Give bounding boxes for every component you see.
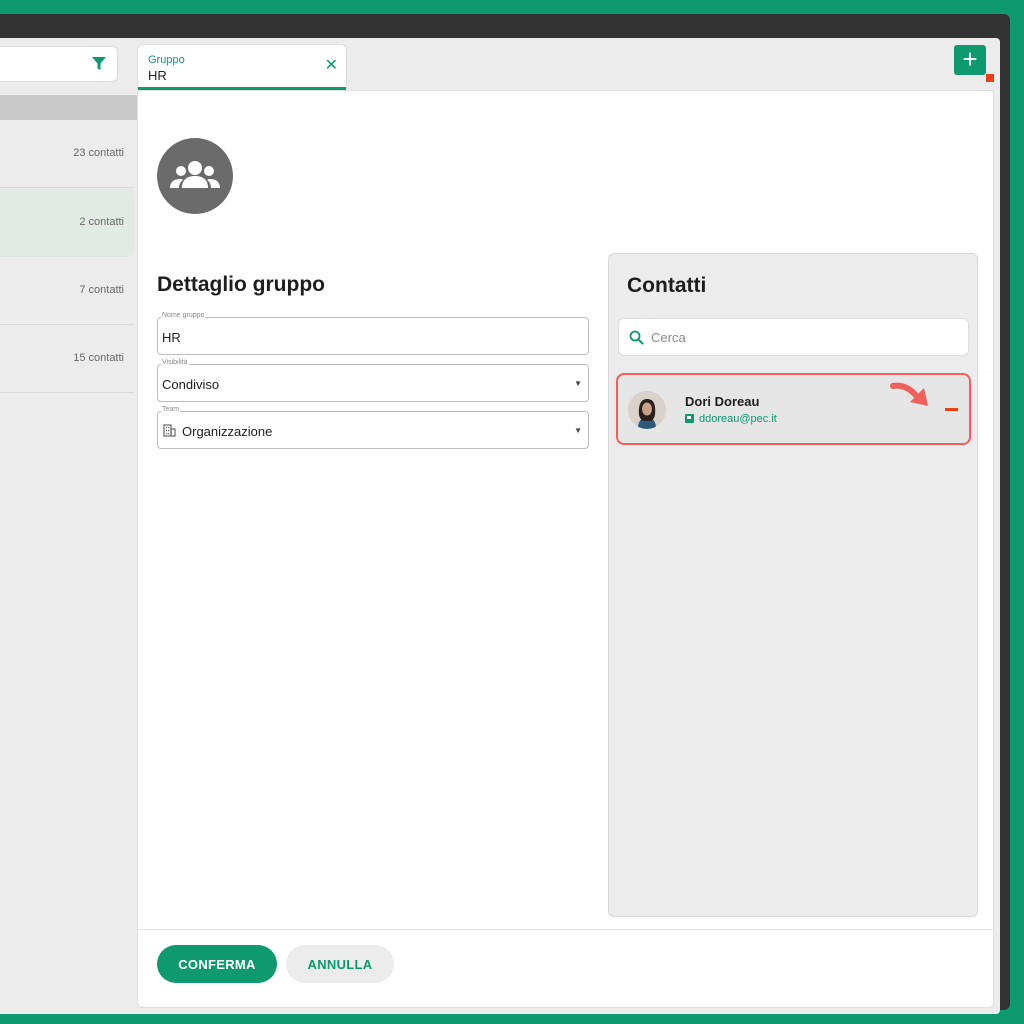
group-count: 23 contatti (73, 147, 124, 159)
tab-group-hr[interactable]: Gruppo HR ✕ (137, 44, 347, 90)
footer-divider (138, 929, 993, 930)
close-icon[interactable]: ✕ (325, 58, 338, 74)
group-count: 2 contatti (79, 216, 124, 228)
pec-mail-icon (685, 414, 694, 423)
group-row[interactable]: 15 contatti (0, 325, 134, 393)
contact-item[interactable]: Dori Doreau ddoreau@pec.it (616, 373, 971, 445)
group-search-box[interactable] (0, 46, 118, 82)
field-value: Condiviso (162, 377, 220, 392)
person-photo-icon (628, 391, 666, 429)
contact-search[interactable] (618, 318, 969, 356)
app-screen: 23 contatti 2 contatti 7 contatti 15 con… (0, 38, 1000, 1014)
group-avatar (157, 138, 233, 214)
team-select[interactable]: Team Organizzazione ▼ (157, 406, 589, 449)
add-button[interactable]: + (954, 45, 986, 75)
arrow-pointer-icon (890, 382, 928, 406)
building-icon (163, 424, 176, 437)
confirm-button[interactable]: CONFERMA (157, 945, 277, 983)
group-list-header (0, 95, 137, 120)
contacts-title: Contatti (627, 274, 707, 297)
contact-email: ddoreau@pec.it (685, 413, 777, 425)
field-label: Visibilità (161, 359, 189, 366)
contact-name: Dori Doreau (685, 394, 760, 409)
field-label: Team (161, 406, 181, 413)
contacts-panel: Contatti Cerca Dori Doreau ddoreau@pec.i… (608, 253, 978, 917)
remove-contact-button[interactable] (945, 408, 958, 411)
group-row-selected[interactable]: 2 contatti (0, 189, 134, 257)
search-input[interactable] (651, 319, 951, 355)
filter-icon[interactable] (91, 56, 107, 72)
avatar (628, 391, 666, 429)
cancel-button[interactable]: ANNULLA (286, 945, 394, 983)
field-label: Nome gruppo (161, 312, 206, 319)
search-icon (629, 330, 644, 345)
field-value: HR (162, 330, 181, 345)
tab-title: HR (148, 68, 167, 83)
caret-down-icon: ▼ (574, 426, 582, 435)
group-count: 7 contatti (79, 284, 124, 296)
tab-label: Gruppo (148, 54, 185, 66)
visibility-select[interactable]: Visibilità Condiviso ▼ (157, 359, 589, 402)
group-row[interactable]: 23 contatti (0, 120, 134, 188)
people-group-icon (170, 161, 220, 188)
device-frame: 23 contatti 2 contatti 7 contatti 15 con… (0, 14, 1010, 1014)
group-detail-panel: Dettaglio gruppo Nome gruppo HR Visibili… (137, 90, 994, 1008)
caret-down-icon: ▼ (574, 379, 582, 388)
group-count: 15 contatti (73, 352, 124, 364)
notification-dot (986, 74, 994, 82)
field-value: Organizzazione (182, 424, 273, 439)
contact-email-text: ddoreau@pec.it (699, 413, 777, 425)
detail-title: Dettaglio gruppo (157, 273, 325, 296)
group-row[interactable]: 7 contatti (0, 257, 134, 325)
group-name-field[interactable]: Nome gruppo HR (157, 312, 589, 355)
